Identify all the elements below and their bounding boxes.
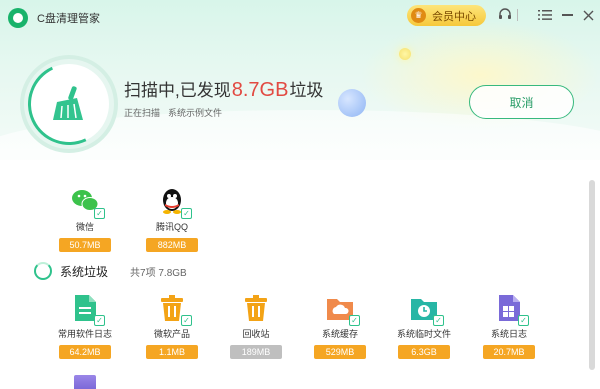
app-name: 微信 <box>75 222 94 232</box>
checkbox[interactable]: ✓ <box>433 315 444 326</box>
app-name: 腾讯QQ <box>155 222 188 232</box>
checkbox[interactable]: ✓ <box>181 208 192 219</box>
checkbox[interactable]: ✓ <box>94 315 105 326</box>
scan-current-item: 系统示例文件 <box>168 108 223 118</box>
system-item-temp-files[interactable]: ✓ 系统临时文件 6.3GB <box>384 293 464 360</box>
cancel-button[interactable]: 取消 <box>469 85 574 119</box>
checkbox[interactable]: ✓ <box>349 315 360 326</box>
minimize-icon[interactable] <box>557 5 577 25</box>
broom-icon <box>53 86 83 120</box>
app-item-qq[interactable]: ✓ 腾讯QQ 882MB <box>132 186 212 253</box>
scan-suffix: 垃圾 <box>289 81 324 100</box>
system-item-cache[interactable]: ✓ 系统缓存 529MB <box>300 293 380 360</box>
size-badge: 882MB <box>146 238 198 252</box>
scanning-spinner-icon <box>34 262 52 280</box>
scan-headline: 扫描中,已发现 8.7GB 垃圾 <box>124 76 323 102</box>
scan-progress-ring <box>16 51 122 157</box>
vip-center-button[interactable]: ♛ 会员中心 <box>407 5 486 26</box>
item-name: 系统日志 <box>490 329 527 339</box>
size-badge: 189MB <box>230 345 282 359</box>
checkbox[interactable]: ✓ <box>518 315 529 326</box>
system-item-system-log[interactable]: ✓ 系统日志 20.7MB <box>469 293 549 360</box>
checkbox[interactable]: ✓ <box>181 315 192 326</box>
item-name: 系统临时文件 <box>396 329 451 339</box>
app-title: C盘清理管家 <box>37 13 100 25</box>
item-name: 微软产品 <box>153 329 190 339</box>
next-row-item-icon <box>74 375 96 389</box>
scan-prefix: 扫描中,已发现 <box>124 81 231 100</box>
close-icon[interactable] <box>578 5 598 25</box>
decor-bubble <box>338 89 366 117</box>
item-name: 系统缓存 <box>321 329 358 339</box>
size-badge: 64.2MB <box>59 345 111 359</box>
app-item-wechat[interactable]: ✓ 微信 50.7MB <box>45 186 125 253</box>
divider <box>513 5 521 25</box>
system-junk-section: 系统垃圾 共7项 7.8GB <box>34 262 187 280</box>
decor-sparkle <box>399 48 411 60</box>
item-name: 回收站 <box>242 329 270 339</box>
system-item-microsoft[interactable]: ✓ 微软产品 1.1MB <box>132 293 212 360</box>
checkbox[interactable]: ✓ <box>94 208 105 219</box>
scrollbar[interactable] <box>589 180 595 370</box>
scan-status: 正在扫描 系统示例文件 <box>124 106 222 119</box>
size-badge: 20.7MB <box>483 345 535 359</box>
menu-icon[interactable] <box>535 5 555 25</box>
system-item-software-log[interactable]: ✓ 常用软件日志 64.2MB <box>45 293 125 360</box>
size-badge: 529MB <box>314 345 366 359</box>
scan-status-label: 正在扫描 <box>124 108 161 118</box>
vip-center-label: 会员中心 <box>432 10 476 23</box>
headset-icon[interactable] <box>495 5 515 25</box>
section-title: 系统垃圾 <box>60 264 109 279</box>
size-badge: 50.7MB <box>59 238 111 252</box>
recycle-bin-icon <box>245 295 267 321</box>
crown-icon: ♛ <box>411 8 426 23</box>
size-badge: 6.3GB <box>398 345 450 359</box>
item-name: 常用软件日志 <box>57 329 112 339</box>
system-item-recycle-bin[interactable]: 回收站 189MB <box>216 293 296 360</box>
size-badge: 1.1MB <box>146 345 198 359</box>
junk-size: 8.7GB <box>231 79 289 101</box>
section-count: 共7项 7.8GB <box>130 267 187 279</box>
app-logo-icon <box>8 8 28 28</box>
